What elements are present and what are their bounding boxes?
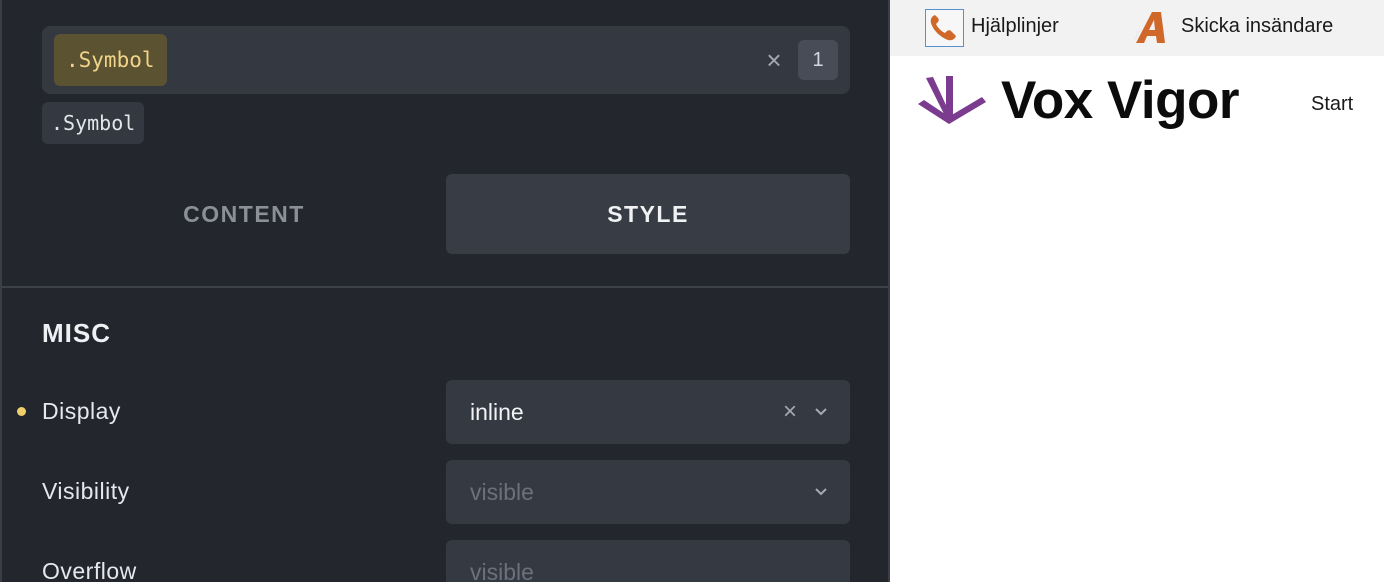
selector-input[interactable]: .Symbol × 1	[42, 26, 850, 94]
style-editor-panel: .Symbol × 1 .Symbol CONTENT STYLE MISC D…	[0, 0, 890, 582]
phone-icon[interactable]	[925, 9, 964, 47]
arrows-down-icon[interactable]	[916, 74, 988, 126]
submit-letter-link[interactable]: Skicka insändare	[1181, 15, 1333, 38]
nav-start-link[interactable]: Start	[1311, 93, 1353, 116]
overflow-label: Overflow	[42, 558, 137, 582]
section-divider	[2, 286, 888, 288]
chevron-down-icon[interactable]	[814, 486, 828, 498]
display-select[interactable]: inline ×	[446, 380, 850, 444]
visibility-select[interactable]: visible	[446, 460, 850, 524]
site-topbar: Hjälplinjer Skicka insändare	[890, 0, 1384, 56]
help-lines-link[interactable]: Hjälplinjer	[971, 15, 1059, 38]
site-logo-text[interactable]: Vox Vigor	[1001, 70, 1240, 131]
visibility-value: visible	[470, 479, 534, 505]
overflow-select[interactable]: visible	[446, 540, 850, 582]
property-set-indicator	[17, 407, 26, 416]
chevron-down-icon[interactable]	[814, 406, 828, 418]
display-value: inline	[470, 399, 524, 425]
selector-count-badge: 1	[798, 40, 838, 80]
letter-a-icon[interactable]	[1132, 9, 1174, 45]
overflow-value: visible	[470, 559, 534, 582]
selector-tag[interactable]: .Symbol	[54, 34, 167, 86]
site-preview: Hjälplinjer Skicka insändare Vox Vigor S…	[890, 0, 1384, 582]
tab-style[interactable]: STYLE	[446, 174, 850, 254]
visibility-label: Visibility	[42, 478, 130, 504]
section-title: MISC	[42, 318, 111, 348]
tab-content[interactable]: CONTENT	[42, 174, 446, 254]
clear-display-icon[interactable]: ×	[778, 380, 802, 444]
clear-selector-icon[interactable]: ×	[762, 43, 786, 77]
display-label: Display	[42, 398, 121, 424]
class-chip[interactable]: .Symbol	[42, 102, 145, 144]
